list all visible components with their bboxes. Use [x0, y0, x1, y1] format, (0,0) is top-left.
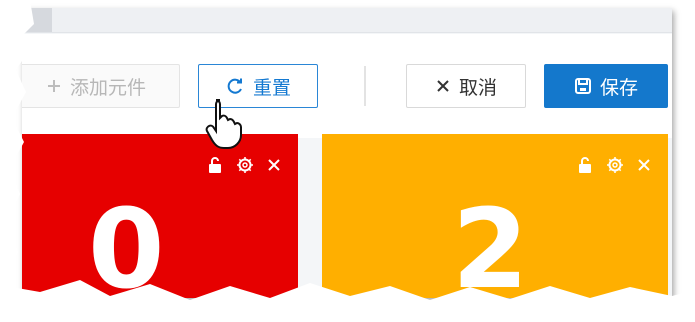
torn-edge-decoration: [0, 0, 695, 322]
hand-pointer-icon: [205, 99, 242, 149]
